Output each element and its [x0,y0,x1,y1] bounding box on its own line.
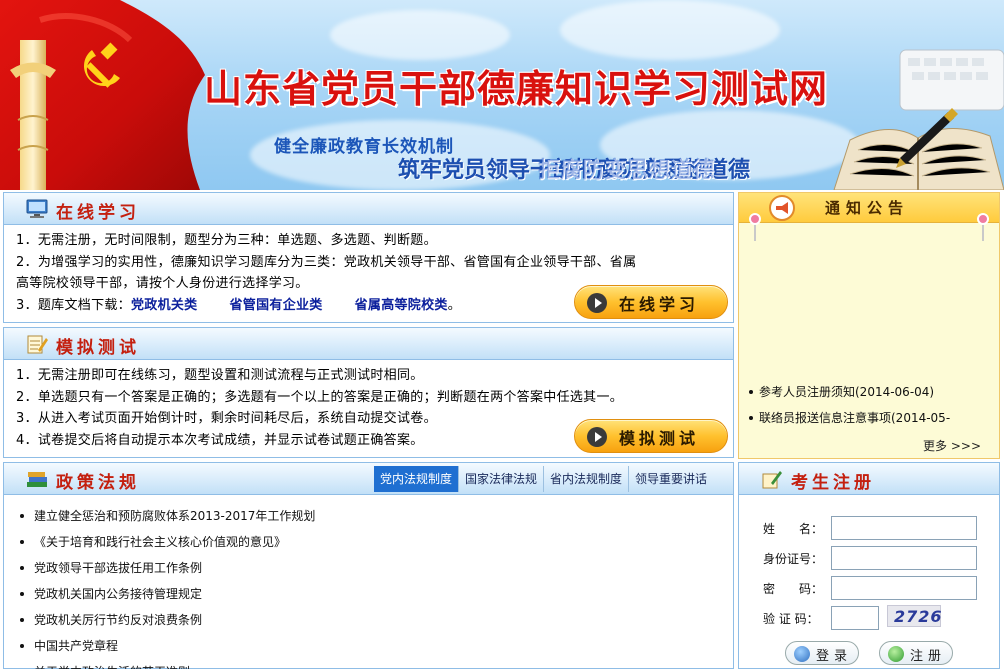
notice-header: 通知公告 [739,193,999,223]
login-button[interactable]: 登录 [785,641,859,665]
register-pencil-icon [762,471,782,489]
mock-test-button[interactable]: 模拟测试 [574,419,728,453]
mock-test-title: 模拟测试 [56,338,140,358]
slogan-ghost-text: 拒腐防变思想道德 [538,158,715,183]
pin-icon [749,213,761,225]
captcha-label: 验 证 码： [763,612,819,626]
book-pen-icon [833,49,1004,190]
pin-icon [977,213,989,225]
tab-leader-speeches[interactable]: 领导重要讲话 [628,466,713,492]
download-link-university[interactable]: 省属高等院校类 [355,298,448,313]
name-input[interactable] [831,516,977,540]
id-number-input[interactable] [831,546,977,570]
policy-panel: 政策法规 党内法规制度 国家法律法规 省内法规制度 领导重要讲话 建立健全惩治和… [3,462,734,669]
notice-item[interactable]: 参考人员注册须知(2014-06-04) [749,379,950,405]
notice-more-link[interactable]: 更多 >>> [923,437,981,454]
id-number-label: 身份证号： [763,552,824,566]
online-study-line-1: 1．无需注册，无时间限制，题型分为三种：单选题、多选题、判断题。 [16,233,437,248]
policy-item[interactable]: 《关于培育和践行社会主义核心价值观的意见》 [18,529,315,555]
tab-party-regulations[interactable]: 党内法规制度 [374,466,459,492]
site-banner: 山东省党员干部德廉知识学习测试网 健全廉政教育长效机制 筑牢党员领导干部拒腐防变… [0,0,1004,190]
policy-item[interactable]: 党政机关厉行节约反对浪费条例 [18,607,315,633]
mock-test-header: 模拟测试 [4,328,733,360]
login-button-label: 登录 [816,649,853,664]
site-title: 山东省党员干部德廉知识学习测试网 [204,66,829,111]
notice-title: 通知公告 [825,199,910,217]
policy-item[interactable]: 中国共产党章程 [18,633,315,659]
tab-provincial-regulations[interactable]: 省内法规制度 [543,466,628,492]
online-study-header: 在线学习 [4,193,733,225]
notice-list: 参考人员注册须知(2014-06-04) 联络员报送信息注意事项(2014-05… [749,379,950,431]
online-study-title: 在线学习 [56,203,140,223]
play-icon [587,427,607,447]
register-header: 考生注册 [739,463,999,495]
policy-header: 政策法规 党内法规制度 国家法律法规 省内法规制度 领导重要讲话 [4,463,733,495]
captcha-text: 2726 [894,607,943,626]
online-study-line-2: 2．为增强学习的实用性，德廉知识学习题库分为三类：党政机关领导干部、省管国有企业… [16,254,637,270]
policy-item[interactable]: 关于党内政治生活的若干准则 [18,659,315,669]
password-input[interactable] [831,576,977,600]
password-label: 密 码： [763,582,824,596]
books-icon [27,472,47,487]
download-suffix: 。 [447,297,462,313]
name-label: 姓 名： [763,522,824,536]
register-title: 考生注册 [791,473,875,493]
computer-icon [26,199,48,218]
register-button-label: 注册 [910,649,947,664]
policy-list: 建立健全惩治和预防腐败体系2013-2017年工作规划 《关于培育和践行社会主义… [18,503,315,669]
notepad-pencil-icon [27,335,48,354]
captcha-input[interactable] [831,606,879,630]
slogan-line-2: 筑牢党员领导干部拒腐防变思想道德 拒腐防变思想道德 [398,152,750,184]
policy-item[interactable]: 建立健全惩治和预防腐败体系2013-2017年工作规划 [18,503,315,529]
captcha-image[interactable]: 2726 [887,605,943,627]
policy-item[interactable]: 党政机关国内公务接待管理规定 [18,581,315,607]
online-study-button-label: 在线学习 [619,295,700,314]
policy-item[interactable]: 党政领导干部选拔任用工作条例 [18,555,315,581]
online-study-panel: 在线学习 1．无需注册，无时间限制，题型分为三种：单选题、多选题、判断题。 2．… [3,192,734,323]
download-link-party-gov[interactable]: 党政机关类 [131,298,198,313]
notice-item[interactable]: 联络员报送信息注意事项(2014-05- [749,405,950,431]
online-study-button[interactable]: 在线学习 [574,285,728,319]
megaphone-icon [769,195,795,221]
mock-test-line-1: 1．无需注册即可在线练习，题型设置和测试流程与正式测试时相同。 [16,368,424,383]
check-icon [888,646,904,662]
mock-test-panel: 模拟测试 1．无需注册即可在线练习，题型设置和测试流程与正式测试时相同。 2．单… [3,327,734,458]
mock-test-button-label: 模拟测试 [619,429,700,448]
register-button[interactable]: 注册 [879,641,953,665]
party-flag-icon [0,0,205,190]
policy-tabs: 党内法规制度 国家法律法规 省内法规制度 领导重要讲话 [374,466,713,492]
play-icon [587,293,607,313]
register-panel: 考生注册 姓 名： 身份证号： 密 码： 验 证 码： 2726 登录 注册 [738,462,1000,669]
download-prefix: 3．题库文档下载： [16,297,131,313]
key-icon [794,646,810,662]
policy-title: 政策法规 [56,473,140,493]
mock-test-line-2: 2．单选题只有一个答案是正确的；多选题有一个以上的答案是正确的；判断题在两个答案… [16,389,624,405]
notice-panel: 通知公告 参考人员注册须知(2014-06-04) 联络员报送信息注意事项(20… [738,192,1000,459]
download-link-soe[interactable]: 省管国有企业类 [230,298,323,313]
tab-national-laws[interactable]: 国家法律法规 [458,466,543,492]
